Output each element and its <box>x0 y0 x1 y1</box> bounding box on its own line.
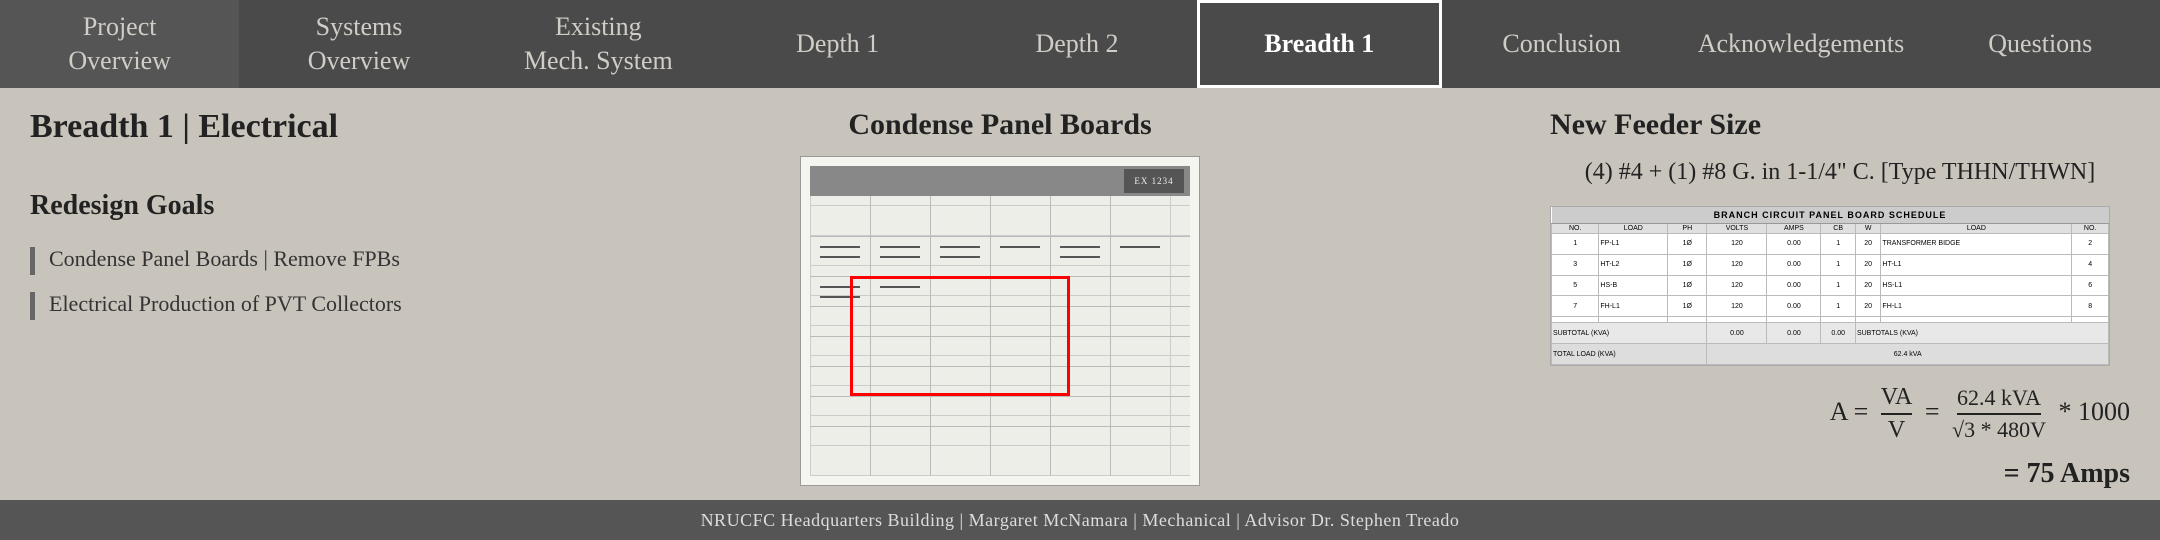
sched-row-1: 1 FP-L1 1Ø 120 0.00 1 20 TRANSFORMER BID… <box>1552 234 2109 255</box>
nav-existing-mech[interactable]: ExistingMech. System <box>479 0 718 88</box>
redesign-goals-header: Redesign Goals <box>30 190 450 222</box>
condense-title: Condense Panel Boards <box>848 108 1151 142</box>
sched-col-cb: CB <box>1821 224 1856 234</box>
footer: NRUCFC Headquarters Building | Margaret … <box>0 500 2160 540</box>
drawing-grid: EX 1234 <box>810 166 1190 476</box>
sched-col-load2: LOAD <box>1881 224 2072 234</box>
formula-mult: * 1000 <box>2059 397 2131 426</box>
goal-label-2: Electrical Production of PVT Collectors <box>49 289 402 320</box>
page-title: Breadth 1 | Electrical <box>30 108 450 146</box>
highlight-box <box>850 276 1070 396</box>
sched-row-4: 7 FH-L1 1Ø 120 0.00 1 20 FH-L1 8 <box>1552 296 2109 317</box>
panel-board-diagram: EX 1234 <box>800 156 1200 486</box>
goal-item-1: Condense Panel Boards | Remove FPBs <box>30 244 450 275</box>
formula-equals2: = <box>1925 397 1946 426</box>
sched-col-wire: W <box>1855 224 1880 234</box>
formula-a-equals: A = <box>1830 397 1875 426</box>
formula-fraction-va: VA V <box>1881 384 1913 444</box>
nav-conclusion[interactable]: Conclusion <box>1442 0 1681 88</box>
right-panel: New Feeder Size (4) #4 + (1) #8 G. in 1-… <box>1550 108 2130 490</box>
sched-footer-2: TOTAL LOAD (KVA) 62.4 kVA <box>1552 344 2109 365</box>
goal-bar-1 <box>30 247 35 275</box>
left-panel: Breadth 1 | Electrical Redesign Goals Co… <box>30 108 450 490</box>
sched-col-load: LOAD <box>1599 224 1668 234</box>
goal-item-2: Electrical Production of PVT Collectors <box>30 289 450 320</box>
nav-breadth1[interactable]: Breadth 1 <box>1197 0 1442 88</box>
nav-systems-overview[interactable]: SystemsOverview <box>239 0 478 88</box>
main-content: Breadth 1 | Electrical Redesign Goals Co… <box>0 88 2160 500</box>
sched-col-no: NO. <box>1552 224 1599 234</box>
nav-acknowledgements[interactable]: Acknowledgements <box>1681 0 1920 88</box>
nav-depth1[interactable]: Depth 1 <box>718 0 957 88</box>
feeder-title: New Feeder Size <box>1550 108 2130 142</box>
navigation-bar: ProjectOverview SystemsOverview Existing… <box>0 0 2160 88</box>
center-panel: Condense Panel Boards EX 1234 <box>480 108 1520 490</box>
drawing-logo: EX 1234 <box>1124 169 1184 193</box>
goal-bar-2 <box>30 292 35 320</box>
amp-formula: A = VA V = 62.4 kVA √3 * 480V * 1000 <box>1550 384 2130 444</box>
drawing-header: EX 1234 <box>810 166 1190 196</box>
formula-fraction-value: 62.4 kVA √3 * 480V <box>1952 385 2046 443</box>
feeder-wire-spec: (4) #4 + (1) #8 G. in 1-1/4" C. [Type TH… <box>1550 154 2130 190</box>
sched-col-a: AMPS <box>1767 224 1821 234</box>
footer-text: NRUCFC Headquarters Building | Margaret … <box>701 510 1460 531</box>
amp-result: = 75 Amps <box>1550 458 2130 490</box>
sched-col-no2: NO. <box>2072 224 2109 234</box>
nav-depth2[interactable]: Depth 2 <box>957 0 1196 88</box>
sched-col-ph: PH <box>1668 224 1707 234</box>
sched-col-v: VOLTS <box>1707 224 1767 234</box>
nav-project-overview[interactable]: ProjectOverview <box>0 0 239 88</box>
sched-footer-1: SUBTOTAL (KVA) 0.00 0.00 0.00 SUBTOTALS … <box>1552 323 2109 344</box>
schedule-header: BRANCH CIRCUIT PANEL BOARD SCHEDULE <box>1552 207 2109 224</box>
schedule-diagram: BRANCH CIRCUIT PANEL BOARD SCHEDULE NO. … <box>1550 206 2110 366</box>
nav-questions[interactable]: Questions <box>1921 0 2160 88</box>
sched-row-3: 5 HS-B 1Ø 120 0.00 1 20 HS-L1 6 <box>1552 275 2109 296</box>
sched-row-2: 3 HT-L2 1Ø 120 0.00 1 20 HT-L1 4 <box>1552 254 2109 275</box>
goal-label-1: Condense Panel Boards | Remove FPBs <box>49 244 400 275</box>
